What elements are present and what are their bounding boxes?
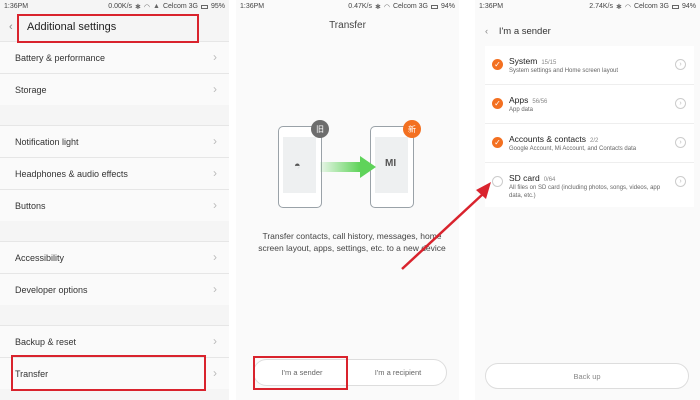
annotation-arrow-icon — [401, 182, 491, 270]
